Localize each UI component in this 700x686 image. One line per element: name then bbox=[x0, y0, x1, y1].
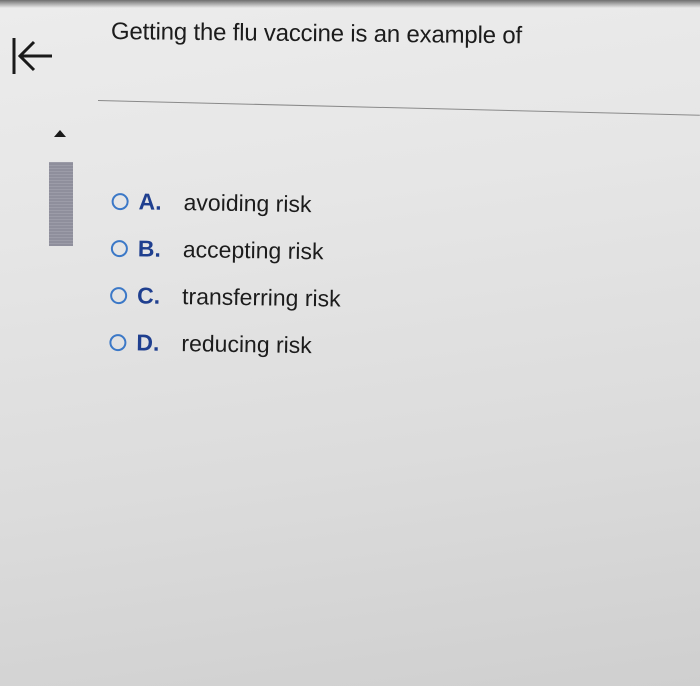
collapse-left-arrow-icon bbox=[12, 38, 52, 74]
option-letter: B. bbox=[137, 235, 162, 262]
radio-button-icon[interactable] bbox=[110, 239, 129, 258]
option-c[interactable]: C. transferring risk bbox=[110, 272, 341, 323]
option-label: accepting risk bbox=[182, 236, 324, 265]
option-letter: D. bbox=[136, 329, 160, 356]
option-d[interactable]: D. reducing risk bbox=[109, 319, 340, 370]
screen: Getting the flu vaccine is an example of… bbox=[0, 0, 700, 686]
radio-button-icon[interactable] bbox=[109, 333, 127, 352]
option-letter: A. bbox=[138, 188, 162, 215]
back-button[interactable] bbox=[10, 34, 58, 80]
scroll-up-arrow-icon[interactable] bbox=[54, 130, 66, 137]
scrollbar-thumb[interactable] bbox=[49, 162, 73, 246]
radio-button-icon[interactable] bbox=[111, 192, 129, 211]
option-b[interactable]: B. accepting risk bbox=[110, 225, 342, 276]
divider bbox=[97, 100, 700, 116]
option-a[interactable]: A. avoiding risk bbox=[111, 178, 342, 229]
radio-button-icon[interactable] bbox=[110, 286, 128, 305]
top-edge-shadow bbox=[0, 0, 700, 8]
option-label: reducing risk bbox=[181, 330, 312, 359]
option-label: transferring risk bbox=[181, 283, 341, 312]
option-letter: C. bbox=[136, 282, 161, 309]
answer-options: A. avoiding risk B. accepting risk C. tr… bbox=[109, 178, 342, 370]
question-text: Getting the flu vaccine is an example of bbox=[110, 18, 523, 50]
option-label: avoiding risk bbox=[183, 189, 312, 218]
